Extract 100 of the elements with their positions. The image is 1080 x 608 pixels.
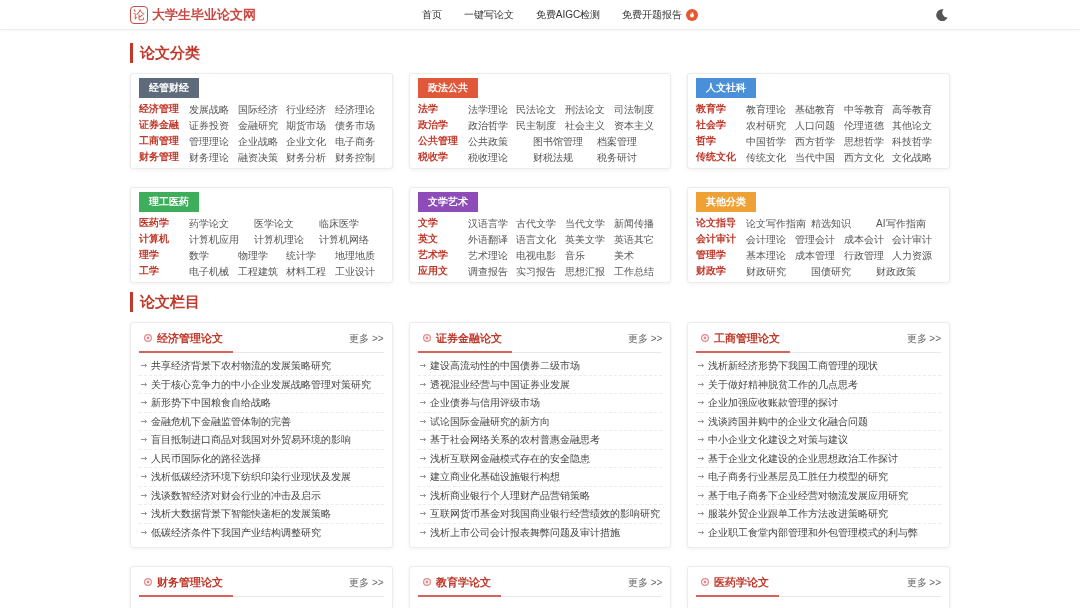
subcategory-link[interactable]: 农村研究 [746, 120, 787, 131]
article-link[interactable]: 浅析上市公司会计报表舞弊问题及审计措施 [429, 526, 620, 540]
category-link[interactable]: 工商管理 [139, 133, 189, 147]
article-link[interactable]: 企业职工食堂内部管理和外包管理模式的利与弊 [708, 526, 919, 540]
more-link[interactable]: 更多 >> [349, 332, 384, 352]
article-link[interactable]: 关于做好精神脱贫工作的几点思考 [708, 377, 859, 391]
category-link[interactable]: 应用文 [417, 263, 468, 277]
subcategory-link[interactable]: 企业文化 [286, 136, 327, 147]
article-link[interactable]: 关于核心竞争力的中小企业发展战略管理对策研究 [151, 377, 371, 391]
article-link[interactable]: 金融危机下金融监管体制的完善 [151, 414, 291, 428]
more-link[interactable]: 更多 >> [349, 576, 384, 596]
article-link[interactable]: 盲目抵制进口商品对我国对外贸易环境的影响 [151, 433, 351, 447]
subcategory-link[interactable]: 外语翻译 [467, 234, 508, 245]
subcategory-link[interactable]: 财务控制 [335, 152, 375, 163]
subcategory-link[interactable]: 中国哲学 [746, 136, 787, 147]
category-link[interactable]: 传统文化 [696, 149, 747, 163]
subcategory-link[interactable]: 管理理论 [189, 136, 229, 147]
subcategory-link[interactable]: 证券投资 [189, 120, 229, 131]
category-link[interactable]: 计算机 [139, 231, 189, 245]
subcategory-link[interactable]: 企业战略 [237, 136, 278, 147]
subcategory-link[interactable]: 临床医学 [318, 218, 359, 229]
subcategory-link[interactable]: 电子机械 [189, 266, 229, 277]
article-link[interactable]: 建立商业化基础设施银行构想 [429, 470, 560, 484]
nav-link[interactable]: 免费开题报告 [622, 8, 699, 21]
article-link[interactable]: 建设高流动性的中国债券二级市场 [429, 359, 580, 373]
article-link[interactable]: 企业债券与信用评级市场 [429, 396, 540, 410]
category-link[interactable]: 税收学 [417, 149, 468, 163]
more-link[interactable]: 更多 >> [627, 576, 663, 596]
subcategory-link[interactable]: 文化战略 [892, 152, 933, 163]
category-link[interactable]: 教育学 [696, 101, 747, 115]
subcategory-link[interactable]: 英美文学 [565, 234, 605, 245]
subcategory-link[interactable]: 财税法规 [532, 152, 573, 163]
subcategory-link[interactable]: 行政管理 [843, 250, 884, 261]
subcategory-link[interactable]: 财务分析 [286, 152, 327, 163]
article-link[interactable]: 浅析新经济形势下我国工商管理的现状 [708, 359, 879, 373]
article-link[interactable]: 共享经济背景下农村物流的发展策略研究 [151, 359, 331, 373]
subcategory-link[interactable]: 国债研究 [811, 266, 852, 277]
subcategory-link[interactable]: 工作总结 [613, 266, 654, 277]
subcategory-link[interactable]: 调查报告 [467, 266, 508, 277]
subcategory-link[interactable]: 电子商务 [335, 136, 375, 147]
category-link[interactable]: 工学 [139, 263, 189, 277]
subcategory-link[interactable]: 汉语言学 [467, 218, 508, 229]
category-link[interactable]: 哲学 [696, 133, 747, 147]
subcategory-link[interactable]: 法学理论 [467, 104, 508, 115]
logo-mark[interactable]: 论 [130, 5, 148, 24]
subcategory-link[interactable]: 实习报告 [516, 266, 557, 277]
subcategory-link[interactable]: 计算机应用 [189, 234, 239, 245]
article-link[interactable]: 试论国际金融研究的新方向 [429, 414, 550, 428]
subcategory-link[interactable]: 传统文化 [746, 152, 787, 163]
subcategory-link[interactable]: 新闻传播 [613, 218, 654, 229]
subcategory-link[interactable]: 物理学 [237, 250, 268, 261]
subcategory-link[interactable]: 政治哲学 [467, 120, 508, 131]
subcategory-link[interactable]: 档案管理 [597, 136, 638, 147]
subcategory-link[interactable]: 财政政策 [876, 266, 917, 277]
category-link[interactable]: 论文指导 [696, 215, 747, 229]
subcategory-link[interactable]: 工业设计 [335, 266, 375, 277]
subcategory-link[interactable]: 中等教育 [843, 104, 884, 115]
subcategory-link[interactable]: 统计学 [286, 250, 317, 261]
article-link[interactable]: 互联网货币基金对我国商业银行经营绩效的影响研究 [429, 507, 660, 521]
subcategory-link[interactable]: 伦理道德 [843, 120, 884, 131]
subcategory-link[interactable]: 管理会计 [795, 234, 835, 245]
nav-link[interactable]: 一键写论文 [463, 8, 514, 21]
category-link[interactable]: 会计审计 [696, 231, 747, 245]
subcategory-link[interactable]: 金融研究 [237, 120, 278, 131]
subcategory-link[interactable]: 资本主义 [613, 120, 654, 131]
subcategory-link[interactable]: 民主制度 [516, 120, 557, 131]
subcategory-link[interactable]: 英语其它 [613, 234, 654, 245]
subcategory-link[interactable]: 其他论文 [892, 120, 933, 131]
nav-link[interactable]: 首页 [421, 8, 442, 21]
subcategory-link[interactable]: 论文写作指南 [746, 218, 807, 229]
category-link[interactable]: 艺术学 [417, 247, 468, 261]
category-link[interactable]: 医药学 [139, 215, 189, 229]
subcategory-link[interactable]: 司法制度 [613, 104, 654, 115]
category-link[interactable]: 文学 [417, 215, 468, 229]
category-link[interactable]: 证券金融 [139, 117, 189, 131]
subcategory-link[interactable]: 人力资源 [892, 250, 933, 261]
subcategory-link[interactable]: 税务研讨 [597, 152, 638, 163]
article-link[interactable]: 浅谈跨国并购中的企业文化融合问题 [708, 414, 869, 428]
subcategory-link[interactable]: 刑法论文 [565, 104, 605, 115]
subcategory-link[interactable]: 行业经济 [286, 104, 327, 115]
subcategory-link[interactable]: 工程建筑 [237, 266, 278, 277]
subcategory-link[interactable]: 期货市场 [286, 120, 327, 131]
nav-link[interactable]: 免费AIGC检测 [535, 8, 601, 21]
subcategory-link[interactable]: 成本管理 [795, 250, 835, 261]
category-link[interactable]: 政治学 [417, 117, 468, 131]
subcategory-link[interactable]: 图书馆管理 [532, 136, 583, 147]
subcategory-link[interactable]: 医学论文 [253, 218, 294, 229]
subcategory-link[interactable]: 药学论文 [189, 218, 229, 229]
category-link[interactable]: 财政学 [696, 263, 747, 277]
subcategory-link[interactable]: 科技哲学 [892, 136, 933, 147]
more-link[interactable]: 更多 >> [627, 332, 663, 352]
subcategory-link[interactable]: 电视电影 [516, 250, 557, 261]
article-link[interactable]: 透视混业经营与中国证券业发展 [429, 377, 570, 391]
subcategory-link[interactable]: 基本理论 [746, 250, 787, 261]
category-link[interactable]: 理学 [139, 247, 189, 261]
article-link[interactable]: 浅谈数智经济对财会行业的冲击及启示 [151, 488, 321, 502]
site-name[interactable]: 大学生毕业论文网 [152, 6, 256, 23]
article-link[interactable]: 基于电子商务下企业经营对物流发展应用研究 [708, 488, 909, 502]
subcategory-link[interactable]: 会计理论 [746, 234, 787, 245]
subcategory-link[interactable]: 高等教育 [892, 104, 933, 115]
